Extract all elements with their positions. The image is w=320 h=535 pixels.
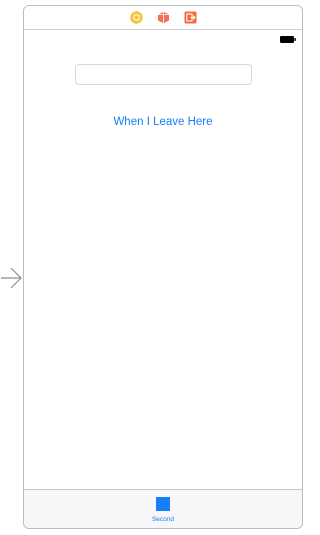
view-controller-scene[interactable]: When I Leave Here Second <box>23 5 303 529</box>
exit-icon[interactable] <box>184 11 197 24</box>
scene-dock <box>24 6 302 30</box>
status-bar <box>24 30 302 50</box>
initial-view-controller-arrow-icon[interactable] <box>0 264 24 292</box>
battery-icon <box>280 36 296 43</box>
view-controller-icon[interactable] <box>130 11 143 24</box>
square-icon <box>156 497 170 511</box>
tab-second[interactable]: Second <box>133 490 193 528</box>
storyboard-canvas: When I Leave Here Second <box>0 0 310 535</box>
when-i-leave-here-button[interactable]: When I Leave Here <box>24 116 302 128</box>
text-field[interactable] <box>75 64 252 85</box>
first-responder-icon[interactable] <box>157 11 170 24</box>
tab-bar: Second <box>24 489 302 528</box>
tab-label: Second <box>151 516 175 523</box>
